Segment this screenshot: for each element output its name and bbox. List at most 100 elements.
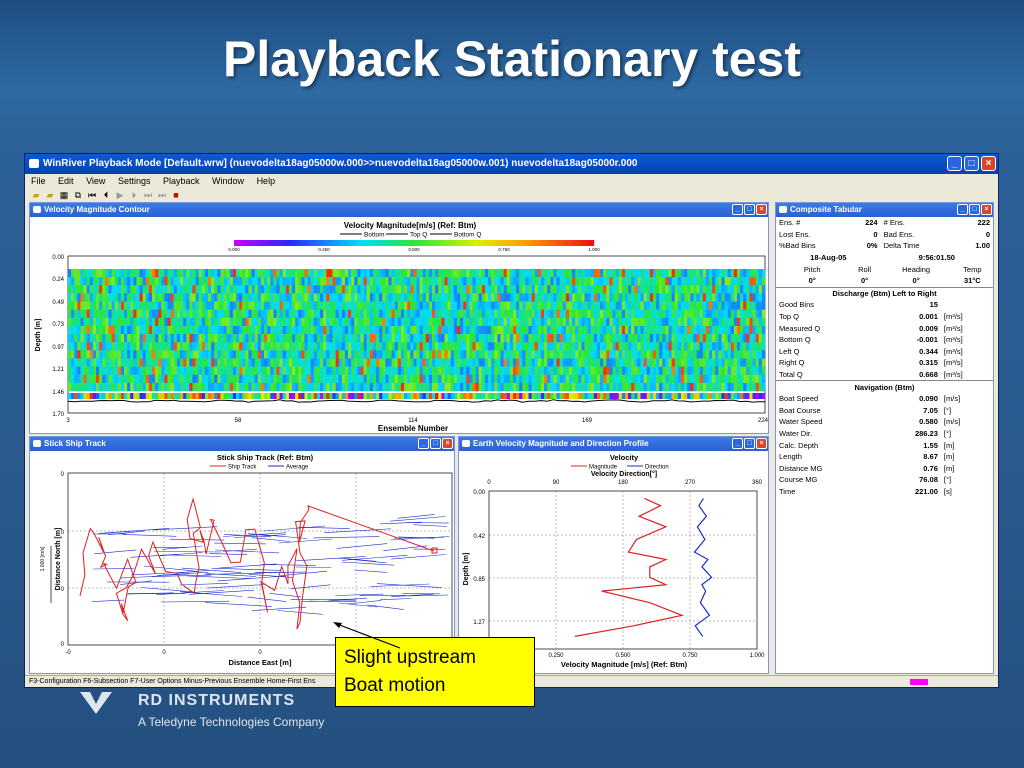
tabular-titlebar[interactable]: Composite Tabular _ □ × — [776, 203, 993, 217]
minimize-button[interactable]: _ — [732, 204, 743, 215]
maximize-button[interactable]: □ — [744, 438, 755, 449]
play-icon[interactable]: ▶ — [115, 190, 125, 201]
close-button[interactable]: × — [442, 438, 453, 449]
contour-cell — [662, 277, 666, 286]
contour-cell — [587, 374, 592, 384]
menu-window[interactable]: Window — [212, 176, 244, 186]
contour-cell — [506, 374, 511, 384]
contour-cell — [320, 325, 324, 335]
contour-cell — [326, 317, 330, 327]
contour-cell — [270, 374, 274, 384]
table-row: Bottom Q -0.001 [m³/s] — [779, 335, 963, 345]
contour-cell — [743, 317, 747, 327]
grid-icon[interactable]: ▦ — [59, 190, 69, 201]
contour-cell — [376, 358, 380, 367]
contour-cell — [481, 382, 486, 392]
menu-settings[interactable]: Settings — [118, 176, 151, 186]
close-button[interactable]: × — [981, 156, 996, 171]
contour-cell — [282, 285, 287, 294]
contour-cell — [242, 342, 246, 351]
contour-cell — [727, 277, 732, 286]
contour-cell — [102, 358, 106, 367]
contour-cell — [413, 358, 417, 367]
last-ensemble-icon[interactable]: ⏭ — [157, 190, 167, 201]
contour-cell — [699, 277, 704, 286]
contour-cell — [481, 269, 486, 278]
contour-cell — [385, 382, 389, 392]
contour-cell — [540, 325, 545, 335]
contour-cell — [130, 325, 134, 335]
contour-cell — [537, 334, 542, 343]
previous-icon[interactable]: ⏴ — [101, 190, 111, 201]
contour-titlebar[interactable]: Velocity Magnitude Contour _ □ × — [30, 203, 768, 217]
contour-cell — [516, 350, 520, 359]
contour-cell — [624, 366, 629, 376]
contour-cell — [733, 317, 738, 327]
contour-cell — [357, 325, 361, 335]
contour-cell — [472, 393, 476, 399]
contour-cell — [416, 358, 420, 367]
contour-cell — [105, 334, 109, 343]
close-button[interactable]: × — [756, 204, 767, 215]
contour-cell — [637, 350, 641, 359]
maximize-button[interactable]: □ — [744, 204, 755, 215]
contour-cell — [348, 393, 352, 399]
contour-cell — [189, 293, 193, 302]
contour-cell — [245, 393, 249, 399]
contour-cell — [618, 334, 623, 343]
contour-cell — [130, 366, 134, 376]
contour-cell — [615, 309, 620, 319]
minimize-button[interactable]: _ — [957, 204, 968, 215]
contour-cell — [553, 382, 557, 392]
close-button[interactable]: × — [756, 438, 767, 449]
app-titlebar[interactable]: WinRiver Playback Mode [Default.wrw] (nu… — [25, 154, 998, 174]
contour-cell — [497, 309, 501, 319]
contour-cell — [737, 277, 741, 286]
copy-icon[interactable]: ⧉ — [73, 190, 83, 201]
contour-cell — [189, 374, 193, 384]
menu-edit[interactable]: Edit — [58, 176, 74, 186]
contour-cell — [391, 309, 396, 319]
contour-cell — [491, 350, 495, 359]
step-forward-icon[interactable]: ⏵ — [129, 190, 139, 201]
next-icon[interactable]: ⏭ — [143, 190, 153, 201]
contour-cell — [226, 309, 231, 319]
contour-cell — [288, 358, 293, 367]
contour-cell — [615, 277, 620, 286]
contour-cell — [198, 293, 203, 302]
contour-cell — [413, 342, 417, 351]
contour-cell — [407, 325, 411, 335]
contour-cell — [441, 350, 445, 359]
minimize-button[interactable]: _ — [732, 438, 743, 449]
contour-cell — [600, 374, 604, 384]
contour-cell — [183, 285, 187, 294]
contour-cell — [596, 334, 601, 343]
profile-titlebar[interactable]: Earth Velocity Magnitude and Direction P… — [459, 437, 768, 451]
contour-cell — [749, 317, 753, 327]
open-file-icon[interactable]: ▰ — [45, 190, 55, 201]
contour-cell — [743, 358, 747, 367]
contour-cell — [584, 301, 588, 310]
minimize-button[interactable]: _ — [418, 438, 429, 449]
contour-cell — [155, 293, 159, 302]
maximize-button[interactable]: □ — [964, 156, 979, 171]
contour-cell — [372, 301, 377, 310]
menu-playback[interactable]: Playback — [163, 176, 200, 186]
contour-cell — [152, 325, 156, 335]
ship-track-titlebar[interactable]: Stick Ship Track _ □ × — [30, 437, 454, 451]
open-folder-icon[interactable]: ▰ — [31, 190, 41, 201]
minimize-button[interactable]: _ — [947, 156, 962, 171]
maximize-button[interactable]: □ — [430, 438, 441, 449]
menu-file[interactable]: File — [31, 176, 46, 186]
close-button[interactable]: × — [981, 204, 992, 215]
first-ensemble-icon[interactable]: ⏮ — [87, 190, 97, 201]
maximize-button[interactable]: □ — [969, 204, 980, 215]
menu-view[interactable]: View — [86, 176, 105, 186]
contour-cell — [326, 334, 330, 343]
menu-help[interactable]: Help — [257, 176, 276, 186]
contour-cell — [301, 334, 305, 343]
stop-icon[interactable]: ■ — [171, 190, 181, 200]
contour-cell — [755, 350, 760, 359]
contour-cell — [500, 374, 504, 384]
contour-cell — [721, 358, 725, 367]
